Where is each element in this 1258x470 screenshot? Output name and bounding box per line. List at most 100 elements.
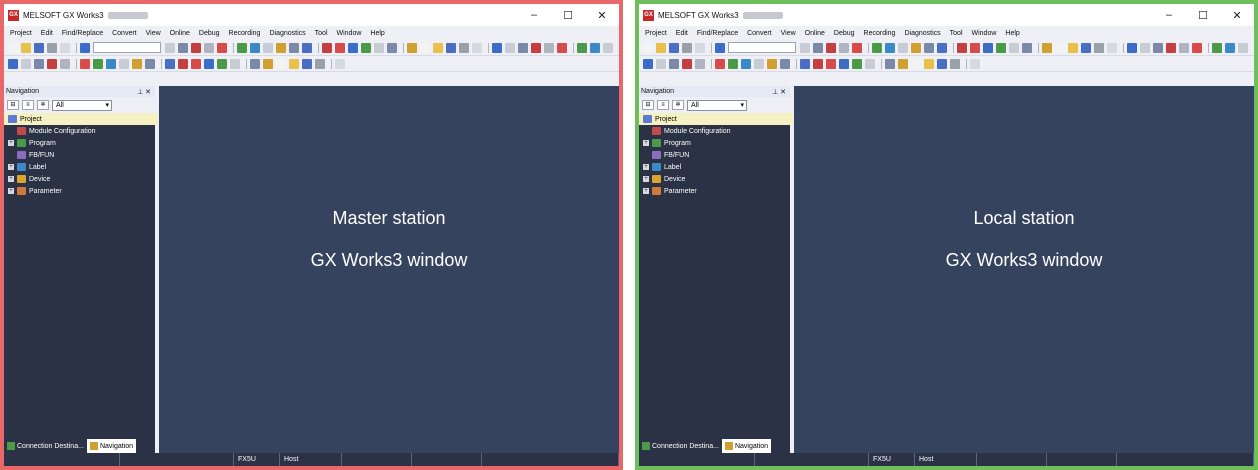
menu-tool[interactable]: Tool xyxy=(950,30,963,37)
toolbar-button-icon[interactable] xyxy=(276,42,286,53)
toolbar-button-icon[interactable] xyxy=(374,42,384,53)
toolbar-button-icon[interactable] xyxy=(885,58,895,69)
toolbar-button-icon[interactable] xyxy=(557,42,567,53)
toolbar-button-icon[interactable] xyxy=(643,58,653,69)
collapse-icon[interactable]: ⊟ xyxy=(642,100,654,110)
toolbar-button-icon[interactable] xyxy=(577,42,587,53)
toolbar-button-icon[interactable] xyxy=(839,58,849,69)
tab-connection-destination[interactable]: Connection Destina... xyxy=(4,439,87,453)
toolbar-button-icon[interactable] xyxy=(924,58,934,69)
toolbar-button-icon[interactable] xyxy=(911,42,921,53)
toolbar-button-icon[interactable] xyxy=(780,58,790,69)
toolbar-button-icon[interactable] xyxy=(924,42,934,53)
collapse-icon[interactable]: ⊟ xyxy=(7,100,19,110)
toolbar-button-icon[interactable] xyxy=(34,42,44,53)
toolbar-button-icon[interactable] xyxy=(682,42,692,53)
toolbar-button-icon[interactable] xyxy=(682,58,692,69)
toolbar-button-icon[interactable] xyxy=(656,42,666,53)
toolbar-button-icon[interactable] xyxy=(361,42,371,53)
toolbar-button-icon[interactable] xyxy=(800,58,810,69)
toolbar-button-icon[interactable] xyxy=(950,58,960,69)
sort-icon[interactable]: ≡ xyxy=(22,100,34,110)
toolbar-button-icon[interactable] xyxy=(472,42,482,53)
toolbar-button-icon[interactable] xyxy=(852,42,862,53)
toolbar-button-icon[interactable] xyxy=(669,58,679,69)
toolbar-button-icon[interactable] xyxy=(433,42,443,53)
menu-window[interactable]: Window xyxy=(337,30,362,37)
tree-item-moduleconfiguration[interactable]: Module Configuration xyxy=(4,125,155,137)
menu-debug[interactable]: Debug xyxy=(199,30,220,37)
expand-icon[interactable]: + xyxy=(643,140,649,146)
toolbar-button-icon[interactable] xyxy=(191,42,201,53)
menu-project[interactable]: Project xyxy=(645,30,667,37)
toolbar-button-icon[interactable] xyxy=(1094,42,1104,53)
toolbar-button-icon[interactable] xyxy=(106,58,116,69)
toolbar-button-icon[interactable] xyxy=(695,58,705,69)
close-button[interactable]: ✕ xyxy=(1220,9,1254,22)
menu-edit[interactable]: Edit xyxy=(676,30,688,37)
tree-item-label[interactable]: + Label xyxy=(4,161,155,173)
menu-diagnostics[interactable]: Diagnostics xyxy=(269,30,305,37)
tree-item-project[interactable]: Project xyxy=(639,113,793,125)
gear-icon[interactable]: ✲ xyxy=(672,100,684,110)
toolbar-button-icon[interactable] xyxy=(165,58,175,69)
menu-recording[interactable]: Recording xyxy=(229,30,261,37)
toolbar-button-icon[interactable] xyxy=(119,58,129,69)
pin-close-icons[interactable]: ⊥ ✕ xyxy=(772,88,786,96)
expand-icon[interactable]: + xyxy=(643,164,649,170)
toolbar-button-icon[interactable] xyxy=(21,42,31,53)
toolbar-button-icon[interactable] xyxy=(387,42,397,53)
menu-convert[interactable]: Convert xyxy=(747,30,772,37)
tree-item-label[interactable]: + Label xyxy=(639,161,790,173)
toolbar-button-icon[interactable] xyxy=(420,42,430,53)
menu-view[interactable]: View xyxy=(146,30,161,37)
expand-icon[interactable]: + xyxy=(8,140,14,146)
toolbar-button-icon[interactable] xyxy=(826,42,836,53)
toolbar-button-icon[interactable] xyxy=(165,42,175,53)
toolbar-button-icon[interactable] xyxy=(970,58,980,69)
toolbar-button-icon[interactable] xyxy=(459,42,469,53)
toolbar-button-icon[interactable] xyxy=(289,58,299,69)
toolbar-button-icon[interactable] xyxy=(348,42,358,53)
minimize-button[interactable]: – xyxy=(1152,9,1186,22)
toolbar-button-icon[interactable] xyxy=(1127,42,1137,53)
maximize-button[interactable]: ☐ xyxy=(1186,9,1220,22)
toolbar-button-icon[interactable] xyxy=(322,42,332,53)
toolbar-button-icon[interactable] xyxy=(1055,42,1065,53)
toolbar-button-icon[interactable] xyxy=(217,42,227,53)
toolbar-button-icon[interactable] xyxy=(1238,42,1248,53)
toolbar-button-icon[interactable] xyxy=(643,42,653,53)
toolbar-button-icon[interactable] xyxy=(715,58,725,69)
toolbar-button-icon[interactable] xyxy=(872,42,882,53)
toolbar-button-icon[interactable] xyxy=(531,42,541,53)
menu-help[interactable]: Help xyxy=(1005,30,1019,37)
toolbar-button-icon[interactable] xyxy=(250,42,260,53)
menu-tool[interactable]: Tool xyxy=(315,30,328,37)
expand-icon[interactable]: + xyxy=(643,176,649,182)
toolbar-button-icon[interactable] xyxy=(1192,42,1202,53)
toolbar-button-icon[interactable] xyxy=(263,58,273,69)
tab-navigation[interactable]: Navigation xyxy=(721,439,772,453)
toolbar-button-icon[interactable] xyxy=(335,42,345,53)
menu-findreplace[interactable]: Find/Replace xyxy=(62,30,103,37)
menu-help[interactable]: Help xyxy=(370,30,384,37)
toolbar-button-icon[interactable] xyxy=(21,58,31,69)
tree-item-program[interactable]: + Program xyxy=(639,137,790,149)
toolbar-button-icon[interactable] xyxy=(492,42,502,53)
toolbar-button-icon[interactable] xyxy=(1212,42,1222,53)
menu-findreplace[interactable]: Find/Replace xyxy=(697,30,738,37)
toolbar-button-icon[interactable] xyxy=(885,42,895,53)
toolbar-button-icon[interactable] xyxy=(813,58,823,69)
toolbar-button-icon[interactable] xyxy=(302,58,312,69)
toolbar-button-icon[interactable] xyxy=(8,42,18,53)
workspace-area[interactable]: Local station GX Works3 window xyxy=(794,86,1254,453)
toolbar-button-icon[interactable] xyxy=(656,58,666,69)
toolbar-button-icon[interactable] xyxy=(1225,42,1235,53)
toolbar-button-icon[interactable] xyxy=(518,42,528,53)
toolbar-button-icon[interactable] xyxy=(937,42,947,53)
toolbar-button-icon[interactable] xyxy=(813,42,823,53)
menu-project[interactable]: Project xyxy=(10,30,32,37)
expand-icon[interactable]: + xyxy=(8,176,14,182)
tab-connection-destination[interactable]: Connection Destina... xyxy=(639,439,722,453)
tree-item-parameter[interactable]: + Parameter xyxy=(4,185,155,197)
